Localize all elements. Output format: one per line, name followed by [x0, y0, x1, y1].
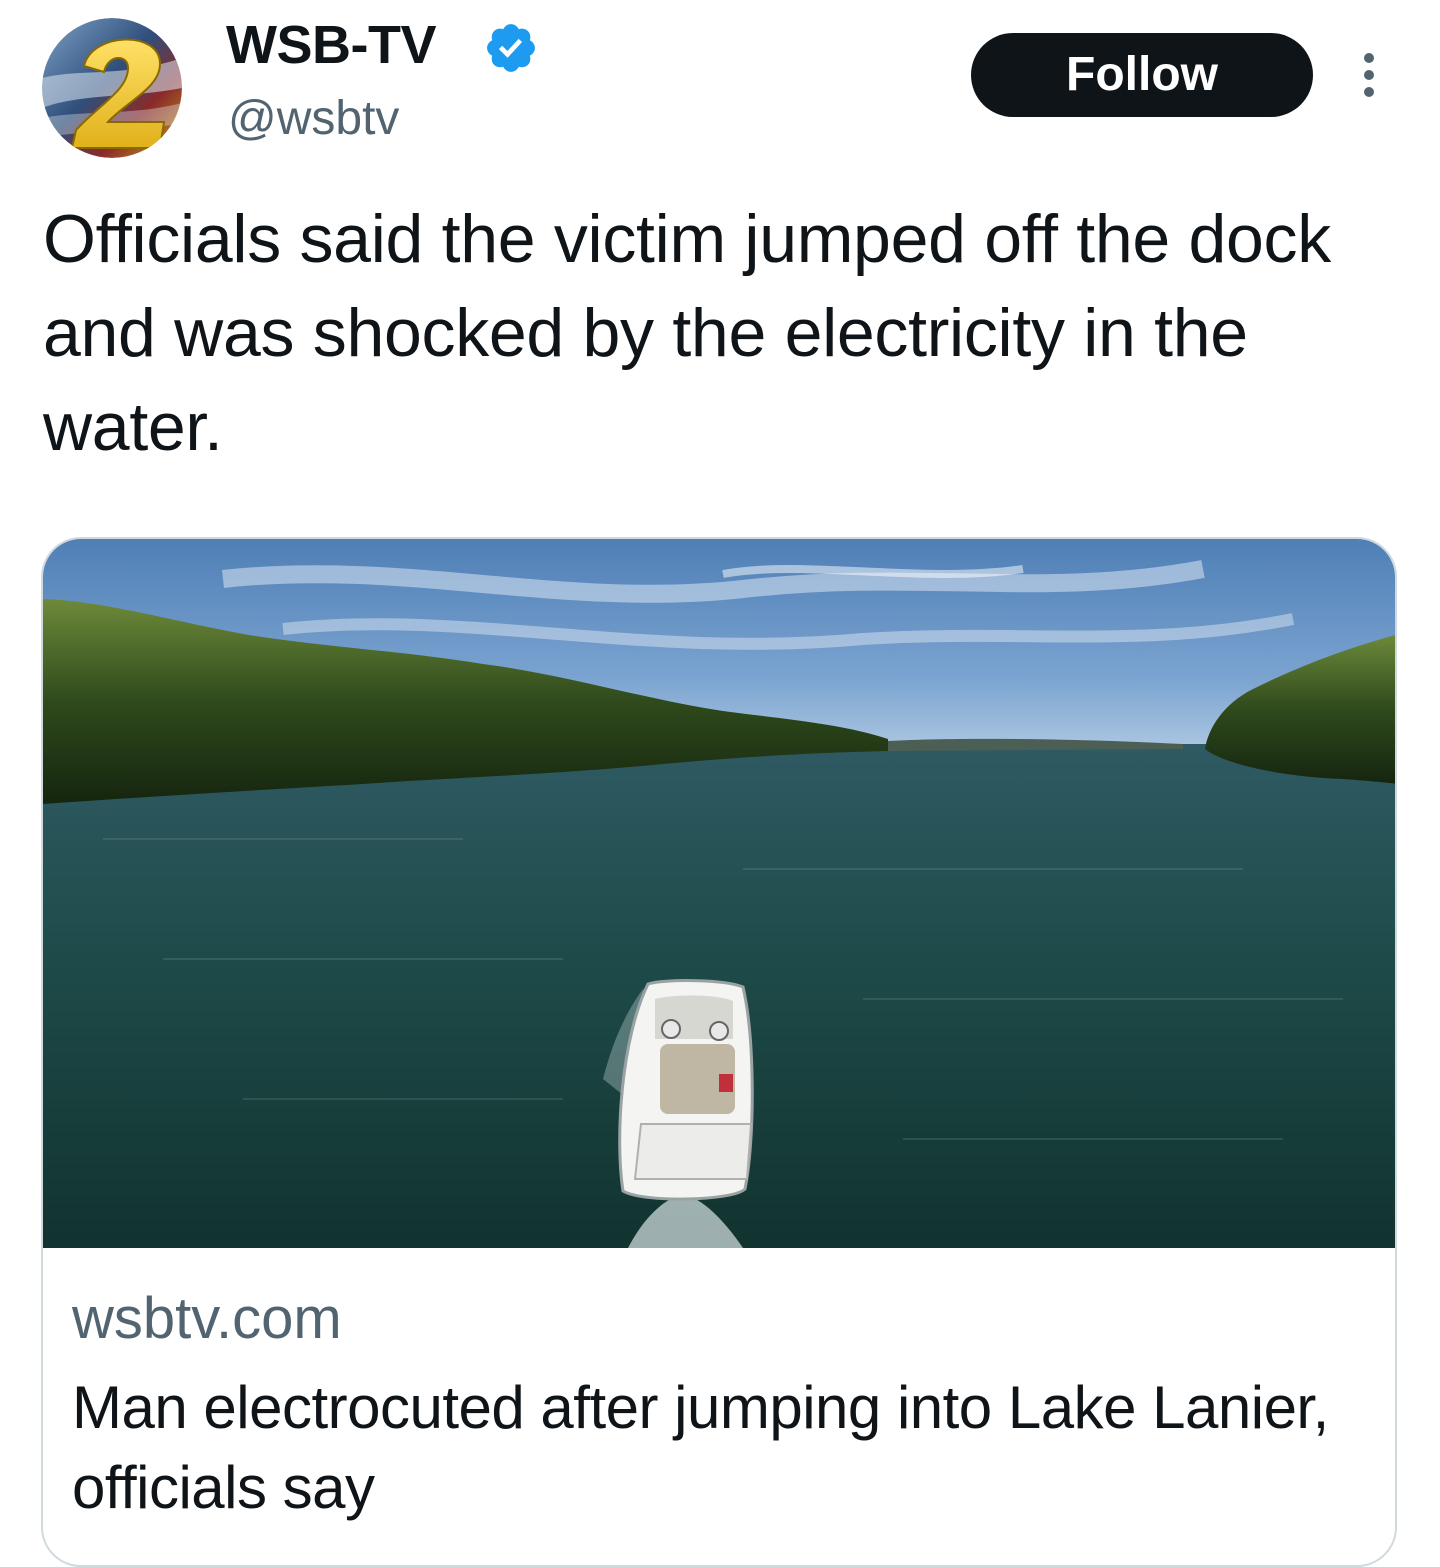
card-domain[interactable]: wsbtv.com	[72, 1287, 342, 1351]
boat	[618, 979, 754, 1201]
lake-photo[interactable]	[43, 539, 1397, 1248]
verified-badge-icon[interactable]	[483, 20, 539, 76]
more-dots-icon[interactable]	[1346, 50, 1392, 100]
handle[interactable]: @wsbtv	[228, 90, 399, 148]
wsb-logo-icon	[42, 18, 182, 158]
tweet-text: Officials said the victim jumped off the…	[43, 201, 1331, 465]
avatar[interactable]	[42, 18, 182, 158]
card-title[interactable]: Man electrocuted after jumping into Lake…	[72, 1368, 1352, 1528]
link-card[interactable]: wsbtv.com Man electrocuted after jumping…	[41, 537, 1397, 1567]
display-name[interactable]: WSB-TV	[226, 14, 436, 76]
follow-button[interactable]: Follow	[971, 33, 1313, 117]
